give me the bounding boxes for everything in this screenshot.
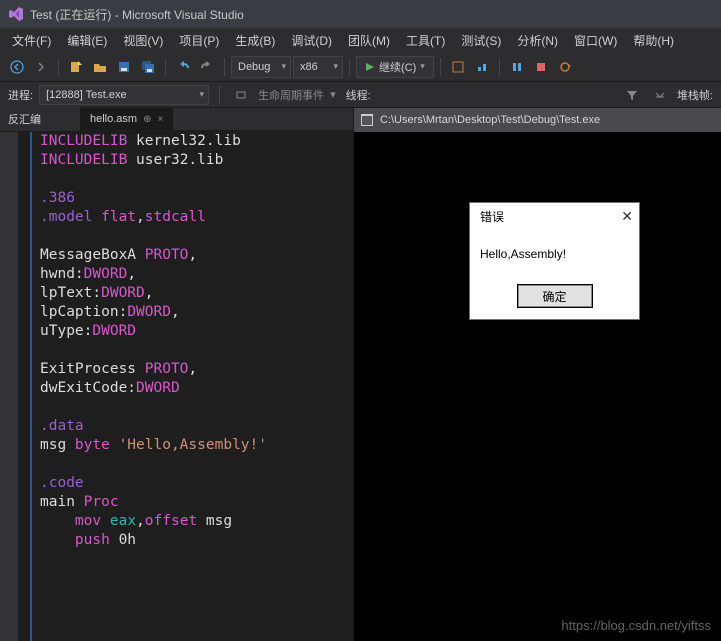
close-icon[interactable]: × bbox=[157, 114, 163, 125]
process-combo[interactable]: [12888] Test.exe bbox=[39, 85, 209, 105]
msgbox-text: Hello,Assembly! bbox=[470, 229, 639, 279]
play-icon bbox=[365, 62, 375, 72]
toggle-icon[interactable] bbox=[649, 84, 671, 106]
menu-分析n[interactable]: 分析(N) bbox=[509, 29, 566, 52]
pause-icon[interactable] bbox=[506, 56, 528, 78]
pin-icon[interactable]: ⊕ bbox=[143, 114, 151, 125]
nav-fwd-icon[interactable] bbox=[30, 56, 52, 78]
menu-生成b[interactable]: 生成(B) bbox=[227, 29, 283, 52]
platform-combo[interactable]: x86 bbox=[293, 56, 343, 78]
outline-gutter bbox=[18, 130, 32, 641]
process-bar: 进程: [12888] Test.exe 生命周期事件 ▾ 线程: 堆栈帧: bbox=[0, 82, 721, 108]
stackframe-label: 堆栈帧: bbox=[677, 87, 713, 103]
menu-窗口w[interactable]: 窗口(W) bbox=[566, 29, 625, 52]
marker-margin bbox=[0, 130, 18, 641]
new-item-icon[interactable] bbox=[65, 56, 87, 78]
save-icon[interactable] bbox=[113, 56, 135, 78]
titlebar: Test (正在运行) - Microsoft Visual Studio bbox=[0, 0, 721, 28]
nav-back-icon[interactable] bbox=[6, 56, 28, 78]
editor-pane: 反汇编 hello.asm ⊕ × INCLUDELIB kernel32.li… bbox=[0, 108, 354, 641]
lifecycle-icon[interactable] bbox=[230, 84, 252, 106]
thread-label: 线程: bbox=[346, 87, 371, 103]
menu-团队m[interactable]: 团队(M) bbox=[340, 29, 398, 52]
msgbox-ok-button[interactable]: 确定 bbox=[518, 285, 592, 307]
open-icon[interactable] bbox=[89, 56, 111, 78]
window-title: Test (正在运行) - Microsoft Visual Studio bbox=[30, 6, 244, 23]
code-editor[interactable]: INCLUDELIB kernel32.libINCLUDELIB user32… bbox=[0, 130, 353, 641]
watermark: https://blog.csdn.net/yiftss bbox=[561, 618, 711, 633]
console-pane: C:\Users\Mrtan\Desktop\Test\Debug\Test.e… bbox=[354, 108, 721, 641]
tool-icon-1[interactable] bbox=[447, 56, 469, 78]
disassembly-tab[interactable]: 反汇编 bbox=[0, 107, 80, 132]
menu-帮助h[interactable]: 帮助(H) bbox=[625, 29, 682, 52]
menu-编辑e[interactable]: 编辑(E) bbox=[59, 29, 115, 52]
menu-工具t[interactable]: 工具(T) bbox=[398, 29, 453, 52]
menu-调试d[interactable]: 调试(D) bbox=[283, 29, 340, 52]
config-combo[interactable]: Debug bbox=[231, 56, 291, 78]
menu-测试s[interactable]: 测试(S) bbox=[453, 29, 509, 52]
continue-label: 继续(C) bbox=[379, 59, 416, 75]
console-title-text: C:\Users\Mrtan\Desktop\Test\Debug\Test.e… bbox=[380, 114, 600, 126]
document-tab-label: hello.asm bbox=[90, 113, 137, 125]
menu-项目p[interactable]: 项目(P) bbox=[171, 29, 227, 52]
undo-icon[interactable] bbox=[172, 56, 194, 78]
vs-logo-icon bbox=[8, 6, 24, 22]
msgbox-title-text: 错误 bbox=[480, 208, 504, 225]
lifecycle-label: 生命周期事件 bbox=[258, 87, 324, 103]
main-toolbar: Debug x86 继续(C) ▾ bbox=[0, 52, 721, 82]
message-box: 错误 ✕ Hello,Assembly! 确定 bbox=[469, 202, 640, 320]
continue-button[interactable]: 继续(C) ▾ bbox=[356, 56, 434, 78]
menu-文件f[interactable]: 文件(F) bbox=[4, 29, 59, 52]
save-all-icon[interactable] bbox=[137, 56, 159, 78]
restart-icon[interactable] bbox=[554, 56, 576, 78]
stop-icon[interactable] bbox=[530, 56, 552, 78]
msgbox-close-icon[interactable]: ✕ bbox=[621, 208, 633, 225]
msgbox-titlebar[interactable]: 错误 ✕ bbox=[470, 203, 639, 229]
process-label: 进程: bbox=[8, 87, 33, 103]
redo-icon[interactable] bbox=[196, 56, 218, 78]
menubar: 文件(F)编辑(E)视图(V)项目(P)生成(B)调试(D)团队(M)工具(T)… bbox=[0, 28, 721, 52]
code-area[interactable]: INCLUDELIB kernel32.libINCLUDELIB user32… bbox=[32, 130, 353, 641]
console-body: 错误 ✕ Hello,Assembly! 确定 bbox=[354, 132, 721, 641]
tool-icon-2[interactable] bbox=[471, 56, 493, 78]
menu-视图v[interactable]: 视图(V) bbox=[115, 29, 171, 52]
app-icon bbox=[360, 113, 374, 127]
filter-icon[interactable] bbox=[621, 84, 643, 106]
console-titlebar: C:\Users\Mrtan\Desktop\Test\Debug\Test.e… bbox=[354, 108, 721, 132]
document-tab[interactable]: hello.asm ⊕ × bbox=[80, 108, 173, 130]
